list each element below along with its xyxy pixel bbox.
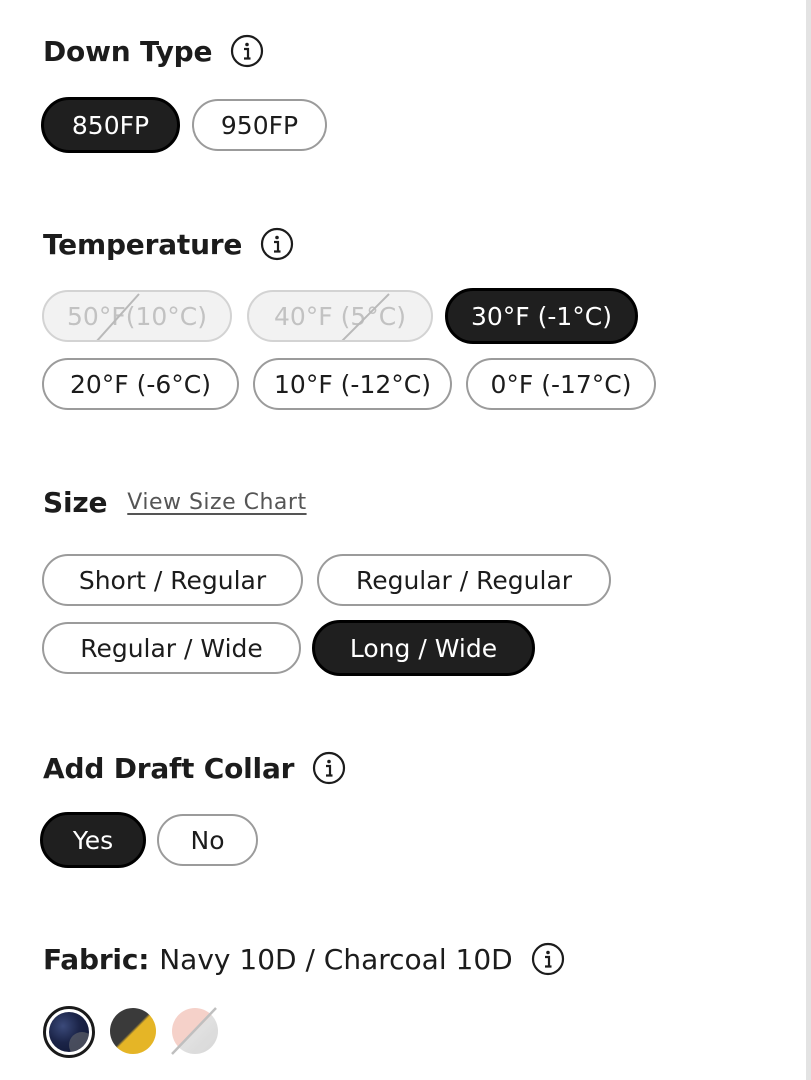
fabric-value: Navy 10D / Charcoal 10D xyxy=(159,942,513,976)
charcoal-swatch[interactable] xyxy=(110,1008,156,1054)
unavailable-swatch xyxy=(171,1007,218,1055)
draft-collar-title: Add Draft Collar xyxy=(43,751,295,785)
option-10f[interactable]: 10°F (-12°C) xyxy=(253,358,452,410)
option-850fp[interactable]: 850FP xyxy=(41,97,180,153)
option-950fp[interactable]: 950FP xyxy=(192,99,327,151)
size-title: Size xyxy=(43,486,108,519)
temperature-header: Temperature xyxy=(43,227,294,261)
option-yes[interactable]: Yes xyxy=(40,812,146,868)
option-20f[interactable]: 20°F (-6°C) xyxy=(42,358,239,410)
view-size-chart-link[interactable]: View Size Chart xyxy=(127,490,306,515)
option-30f[interactable]: 30°F (-1°C) xyxy=(445,288,638,344)
option-40f-unavailable: 40°F (5°C) xyxy=(247,290,433,342)
info-icon[interactable] xyxy=(230,34,264,68)
navy-swatch[interactable] xyxy=(43,1006,95,1058)
down-type-header: Down Type xyxy=(43,34,264,68)
info-icon[interactable] xyxy=(531,942,565,976)
info-icon[interactable] xyxy=(312,751,346,785)
fabric-header: Fabric: Navy 10D / Charcoal 10D xyxy=(43,942,565,976)
option-long-wide[interactable]: Long / Wide xyxy=(312,620,535,676)
option-0f[interactable]: 0°F (-17°C) xyxy=(466,358,656,410)
option-no[interactable]: No xyxy=(157,814,258,866)
option-short-regular[interactable]: Short / Regular xyxy=(42,554,303,606)
scrollbar-track xyxy=(806,0,811,1080)
option-regular-regular[interactable]: Regular / Regular xyxy=(317,554,611,606)
draft-collar-header: Add Draft Collar xyxy=(43,751,346,785)
fabric-label: Fabric: xyxy=(43,942,150,976)
size-header: Size View Size Chart xyxy=(43,486,307,519)
option-50f-unavailable: 50°F(10°C) xyxy=(42,290,232,342)
info-icon[interactable] xyxy=(260,227,294,261)
option-regular-wide[interactable]: Regular / Wide xyxy=(42,622,301,674)
temperature-title: Temperature xyxy=(43,227,243,261)
down-type-title: Down Type xyxy=(43,34,213,68)
